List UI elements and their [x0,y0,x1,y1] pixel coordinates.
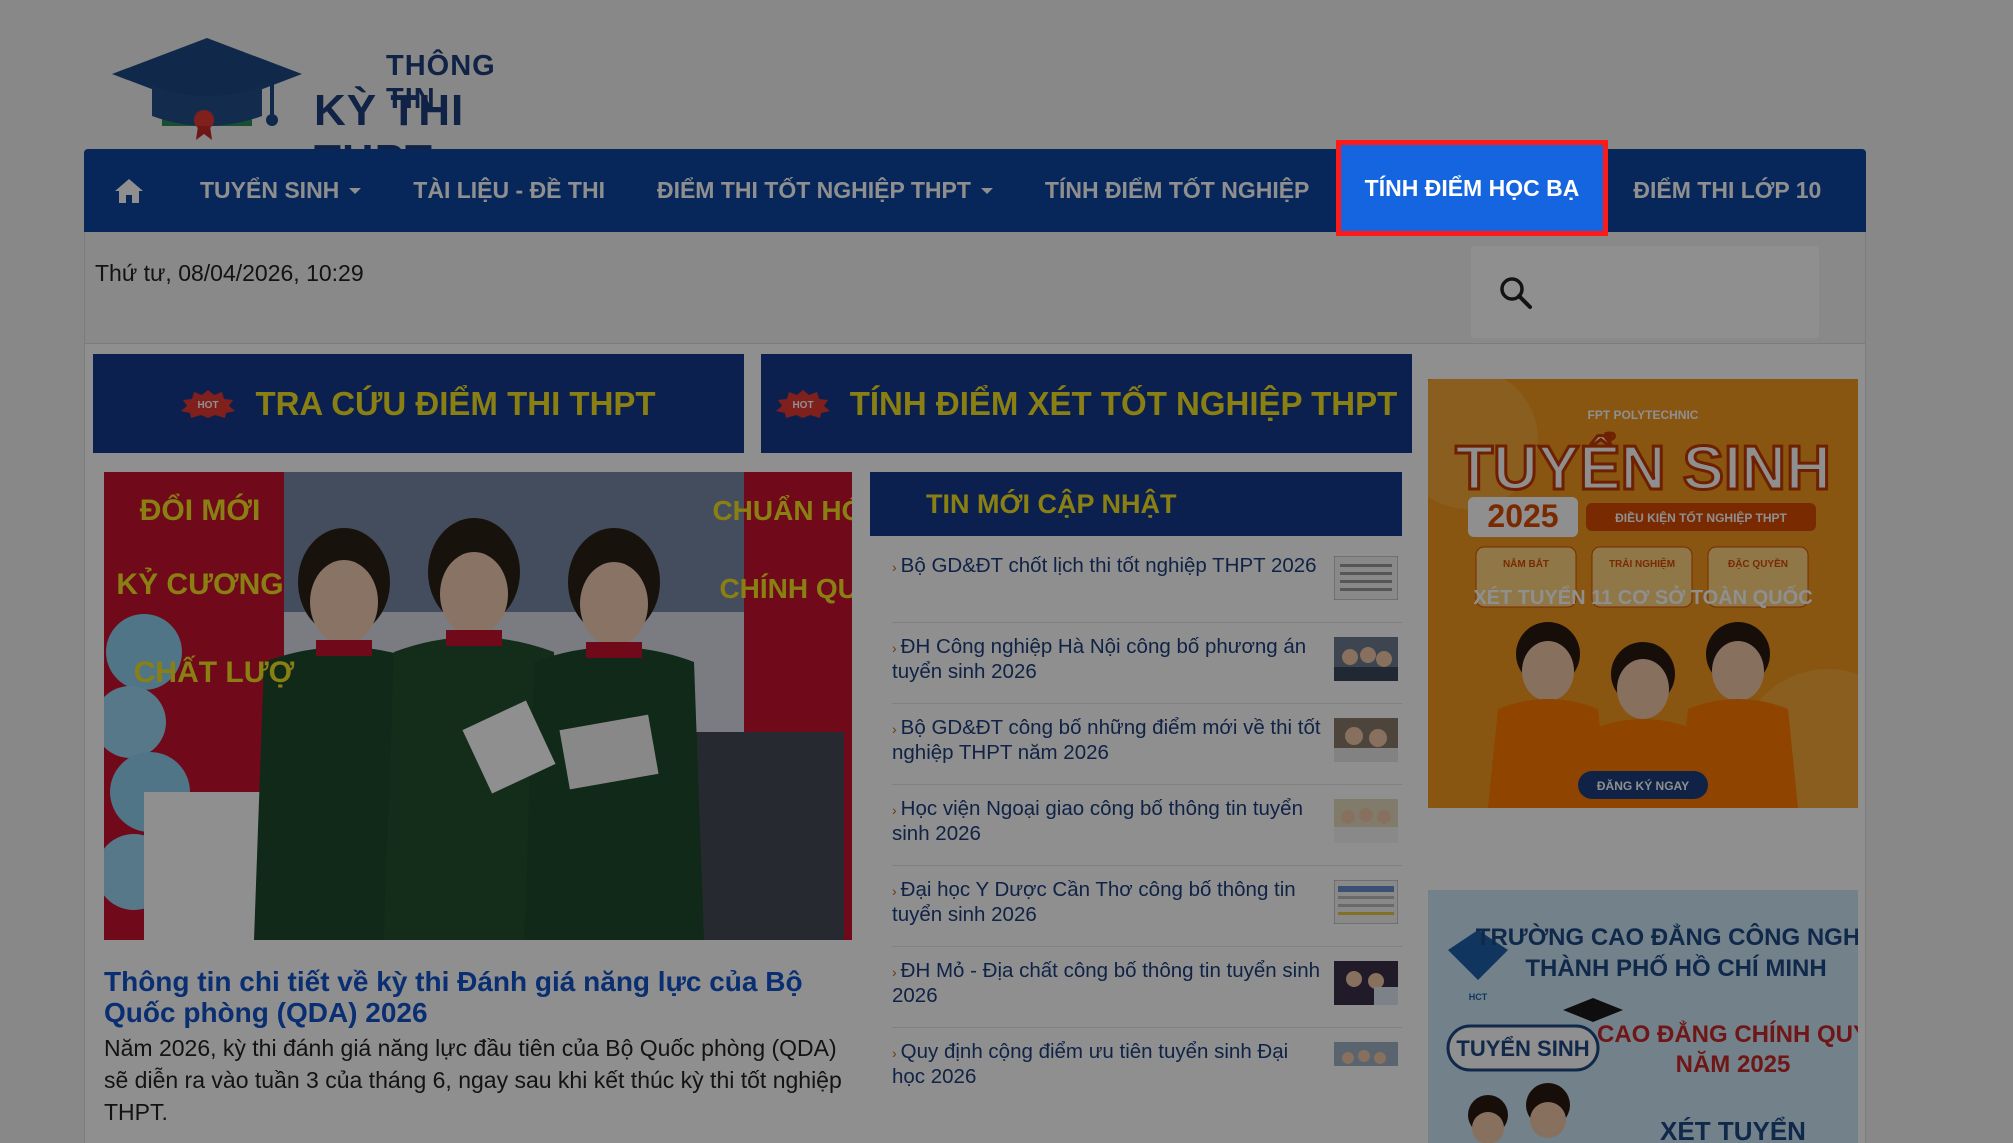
news-item-title[interactable]: › ĐH Công nghiệp Hà Nội công bố phương án… [892,635,1324,683]
caret-down-icon [980,187,993,194]
news-item[interactable]: › ĐH Mỏ - Địa chất công bố thông tin tuyể… [892,947,1402,1028]
nav-label: TUYỂN SINH [200,177,340,203]
ad2-line1: TRƯỜNG CAO ĐẲNG CÔNG NGHỆ [1476,923,1858,951]
news-thumbnail[interactable] [1334,718,1398,762]
ad1-brand: FPT POLYTECHNIC [1588,408,1699,422]
nav-label: TÍNH ĐIỂM TỐT NGHIỆP [1044,177,1310,203]
ad2-graphic: HCT TRƯỜNG CAO ĐẲNG CÔNG NGHỆ THÀNH PHỐ … [1428,890,1858,1143]
banner-right-text-2: CHÍNH QUY [719,573,852,604]
current-datetime: Thứ tư, 08/04/2026, 10:29 [95,260,364,286]
calc-graduation-button[interactable]: HOT TÍNH ĐIỂM XÉT TỐT NGHIỆP THPT [761,354,1412,453]
news-thumbnail[interactable] [1334,637,1398,681]
nav-diem-thi-lop-10[interactable]: ĐIỂM THI LỚP 10 [1607,149,1847,232]
ad2-headline1: CAO ĐẲNG CHÍNH QUY [1597,1020,1858,1048]
news-thumbnail[interactable] [1334,556,1398,600]
ad1-cta: ĐĂNG KÝ NGAY [1597,778,1689,793]
news-thumbnail[interactable] [1334,880,1398,924]
ad2-footer: XÉT TUYỂN [1660,1116,1806,1143]
news-list: › Bộ GD&ĐT chốt lịch thi tốt nghiệp THPT … [892,542,1402,1109]
nav-tuyen-sinh[interactable]: TUYỂN SINH [174,149,387,232]
hot-badge-text: HOT [792,400,813,411]
banner-left-text-3: CHẤT LƯỢ [134,655,295,689]
ad1-title: TUYỂN SINH [1455,434,1830,503]
news-item-title[interactable]: › Quy định cộng điểm ưu tiên tuyển sinh Đ… [892,1040,1324,1088]
ad1-tag-2: TRẢI NGHIỆM [1609,557,1675,570]
ad1-year: 2025 [1487,498,1558,534]
banner-right-text-1: CHUẨN HÓA [712,495,852,526]
featured-photo-illustration: ĐỔI MỚI KỶ CƯƠNG CHẤT LƯỢ CHUẨN HÓA CHÍN… [104,472,852,940]
banner-left-text-1: ĐỔI MỚI [140,493,261,527]
nav-label: ĐIỂM THI TỐT NGHIỆP THPT [656,177,971,203]
hot-badge-icon: HOT [775,389,830,418]
bullet-icon: › [892,559,897,575]
hot-badge-text: HOT [198,400,219,411]
ad1-headline: XÉT TUYỂN 11 CƠ SỞ TOÀN QUỐC [1473,585,1812,609]
news-item-title[interactable]: › Bộ GD&ĐT chốt lịch thi tốt nghiệp THPT … [892,554,1324,579]
highlight-layer: TÍNH ĐIỂM HỌC BẠ [1336,140,1608,236]
graduation-cap-icon [112,38,302,140]
news-item[interactable]: › Quy định cộng điểm ưu tiên tuyển sinh Đ… [892,1028,1402,1109]
search-icon[interactable] [1499,276,1533,310]
featured-title-link[interactable]: Thông tin chi tiết về kỳ thi Đánh giá nă… [104,966,864,1028]
news-item-title[interactable]: › Đại học Y Dược Cần Thơ công bố thông ti… [892,878,1324,926]
featured-image[interactable]: ĐỔI MỚI KỶ CƯƠNG CHẤT LƯỢ CHUẨN HÓA CHÍN… [104,472,852,940]
ad1-tag-1: NẮM BẮT [1503,557,1549,570]
ad1-graphic: FPT POLYTECHNIC TUYỂN SINH 2025 ĐIỀU KIỆ… [1428,379,1858,808]
nav-label: TÀI LIỆU - ĐỀ THI [413,177,605,203]
bullet-icon: › [892,640,897,656]
ad1-condition: ĐIỀU KIỆN TỐT NGHIỆP THPT [1615,510,1787,525]
news-item-label: Bộ GD&ĐT chốt lịch thi tốt nghiệp THPT 2… [900,554,1317,577]
news-item-label: Học viện Ngoại giao công bố thông tin tu… [892,797,1303,845]
news-item-title[interactable]: › Học viện Ngoại giao công bố thông tin t… [892,797,1324,845]
home-icon [115,178,143,203]
bullet-icon: › [892,1045,897,1061]
news-item[interactable]: › Bộ GD&ĐT công bố những điểm mới về thi … [892,704,1402,785]
hct-college-ad[interactable]: HCT TRƯỜNG CAO ĐẲNG CÔNG NGHỆ THÀNH PHỐ … [1428,890,1858,1143]
search-input[interactable] [1471,246,1819,338]
nav-label: ĐIỂM THI LỚP 10 [1633,177,1822,203]
home-link[interactable] [84,149,174,232]
news-item-label: Quy định cộng điểm ưu tiên tuyển sinh Đạ… [892,1040,1289,1088]
news-item-title[interactable]: › ĐH Mỏ - Địa chất công bố thông tin tuyể… [892,959,1324,1007]
news-item[interactable]: › ĐH Công nghiệp Hà Nội công bố phương án… [892,623,1402,704]
news-item[interactable]: › Học viện Ngoại giao công bố thông tin t… [892,785,1402,866]
fpt-polytechnic-ad[interactable]: FPT POLYTECHNIC TUYỂN SINH 2025 ĐIỀU KIỆ… [1428,379,1858,808]
caret-down-icon [349,187,362,194]
news-item-label: Đại học Y Dược Cần Thơ công bố thông tin… [892,878,1296,926]
nav-tai-lieu-de-thi[interactable]: TÀI LIỆU - ĐỀ THI [387,149,631,232]
info-bar: Thứ tư, 08/04/2026, 10:29 [84,232,1866,344]
ad2-logo-text: HCT [1469,992,1488,1002]
news-heading: TIN MỚI CẬP NHẬT [870,472,1402,536]
ad2-headline2: NĂM 2025 [1676,1050,1791,1078]
nav-tinh-diem-hoc-ba[interactable]: TÍNH ĐIỂM HỌC BẠ [1336,140,1608,236]
bullet-icon: › [892,802,897,818]
news-item-label: ĐH Mỏ - Địa chất công bố thông tin tuyển… [892,959,1321,1007]
ad2-line2: THÀNH PHỐ HỒ CHÍ MINH [1525,954,1826,982]
news-thumbnail[interactable] [1334,799,1398,843]
bullet-icon: › [892,883,897,899]
nav-diem-thi-tot-nghiep[interactable]: ĐIỂM THI TỐT NGHIỆP THPT [631,149,1019,232]
news-item-title[interactable]: › Bộ GD&ĐT công bố những điểm mới về thi … [892,716,1324,764]
news-thumbnail[interactable] [1334,1042,1398,1086]
banner-left-text-2: KỶ CƯƠNG [116,567,283,601]
nav-label: TÍNH ĐIỂM HỌC BẠ [1364,174,1580,201]
news-item[interactable]: › Bộ GD&ĐT chốt lịch thi tốt nghiệp THPT … [892,542,1402,623]
lookup-scores-button[interactable]: HOT TRA CỨU ĐIỂM THI THPT [93,354,744,453]
nav-tinh-diem-tot-nghiep[interactable]: TÍNH ĐIỂM TỐT NGHIỆP [1019,149,1336,232]
news-item[interactable]: › Đại học Y Dược Cần Thơ công bố thông ti… [892,866,1402,947]
bullet-icon: › [892,721,897,737]
featured-description: Năm 2026, kỳ thi đánh giá năng lực đầu t… [104,1035,842,1125]
hot-badge-icon: HOT [181,389,236,418]
site-logo[interactable]: THÔNG TIN KỲ THI THPT [112,36,532,185]
ad1-tag-3: ĐẶC QUYỀN [1728,557,1788,570]
bullet-icon: › [892,964,897,980]
news-thumbnail[interactable] [1334,961,1398,1005]
calc-graduation-label: TÍNH ĐIỂM XÉT TỐT NGHIỆP THPT [849,384,1398,422]
news-item-label: ĐH Công nghiệp Hà Nội công bố phương án … [892,635,1307,683]
lookup-scores-label: TRA CỨU ĐIỂM THI THPT [255,384,656,422]
ad2-tag: TUYỂN SINH [1456,1036,1589,1061]
page: THÔNG TIN KỲ THI THPT TUYỂN SINH TÀI LIỆ… [0,0,2013,1143]
news-item-label: Bộ GD&ĐT công bố những điểm mới về thi t… [892,716,1321,764]
